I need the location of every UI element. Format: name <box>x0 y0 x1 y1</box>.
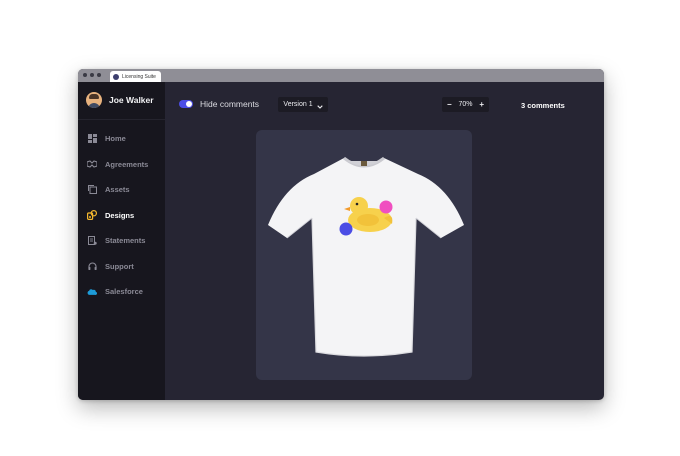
comment-pin-pink[interactable] <box>379 200 393 214</box>
sidebar-divider <box>78 119 165 120</box>
user-name: Joe Walker <box>109 95 154 105</box>
headset-icon <box>87 261 97 271</box>
assets-icon <box>87 185 97 195</box>
window-dot-close[interactable] <box>83 73 87 77</box>
user-profile[interactable]: Joe Walker <box>86 92 154 108</box>
tab-favicon-icon <box>113 73 119 80</box>
sidebar-nav: Home Agreements Assets Designs Statement… <box>87 126 148 305</box>
sidebar-item-agreements[interactable]: Agreements <box>87 152 148 178</box>
zoom-out-button[interactable]: − <box>447 100 452 109</box>
window-dot-maximize[interactable] <box>97 73 101 77</box>
version-dropdown[interactable]: Version 1 <box>278 97 328 112</box>
sidebar-item-home[interactable]: Home <box>87 126 148 152</box>
browser-titlebar: Licensing Suite <box>78 69 604 82</box>
avatar <box>86 92 102 108</box>
browser-tab[interactable]: Licensing Suite <box>110 71 161 82</box>
sidebar-item-label: Statements <box>105 236 146 246</box>
tab-title: Licensing Suite <box>122 73 156 80</box>
app-window: Licensing Suite Joe Walker Home Agreemen… <box>78 69 604 400</box>
comments-count[interactable]: 3 comments <box>521 101 565 110</box>
agreements-icon <box>87 159 97 169</box>
zoom-in-button[interactable]: + <box>479 100 484 109</box>
sidebar-item-label: Designs <box>105 210 135 220</box>
sidebar-item-label: Agreements <box>105 159 149 169</box>
sidebar-item-support[interactable]: Support <box>87 254 148 280</box>
sidebar-item-salesforce[interactable]: Salesforce <box>87 279 148 305</box>
comment-pin-blue[interactable] <box>339 222 353 236</box>
version-label: Version 1 <box>283 101 313 108</box>
hide-comments-toggle[interactable] <box>179 100 193 108</box>
zoom-level: 70% <box>458 101 473 108</box>
sidebar-item-label: Support <box>105 261 134 271</box>
window-dot-minimize[interactable] <box>90 73 94 77</box>
sidebar-item-label: Home <box>105 134 126 144</box>
window-controls <box>83 73 101 77</box>
salesforce-cloud-icon <box>87 287 97 297</box>
home-icon <box>87 134 97 144</box>
sidebar: Joe Walker Home Agreements Assets Design… <box>78 82 165 400</box>
chevron-down-icon <box>316 96 323 114</box>
hide-comments-label: Hide comments <box>200 99 260 109</box>
statements-icon <box>87 236 97 246</box>
tshirt-design-image <box>268 156 464 357</box>
design-canvas <box>256 130 472 380</box>
sidebar-item-assets[interactable]: Assets <box>87 177 148 203</box>
designs-icon <box>87 210 97 221</box>
sidebar-item-label: Assets <box>105 185 130 195</box>
main-content: Hide comments Version 1 − 70% + 3 commen… <box>165 82 604 400</box>
sidebar-item-designs[interactable]: Designs <box>87 203 148 229</box>
sidebar-item-statements[interactable]: Statements <box>87 228 148 254</box>
zoom-control: − 70% + <box>442 97 489 112</box>
sidebar-item-label: Salesforce <box>105 287 143 297</box>
